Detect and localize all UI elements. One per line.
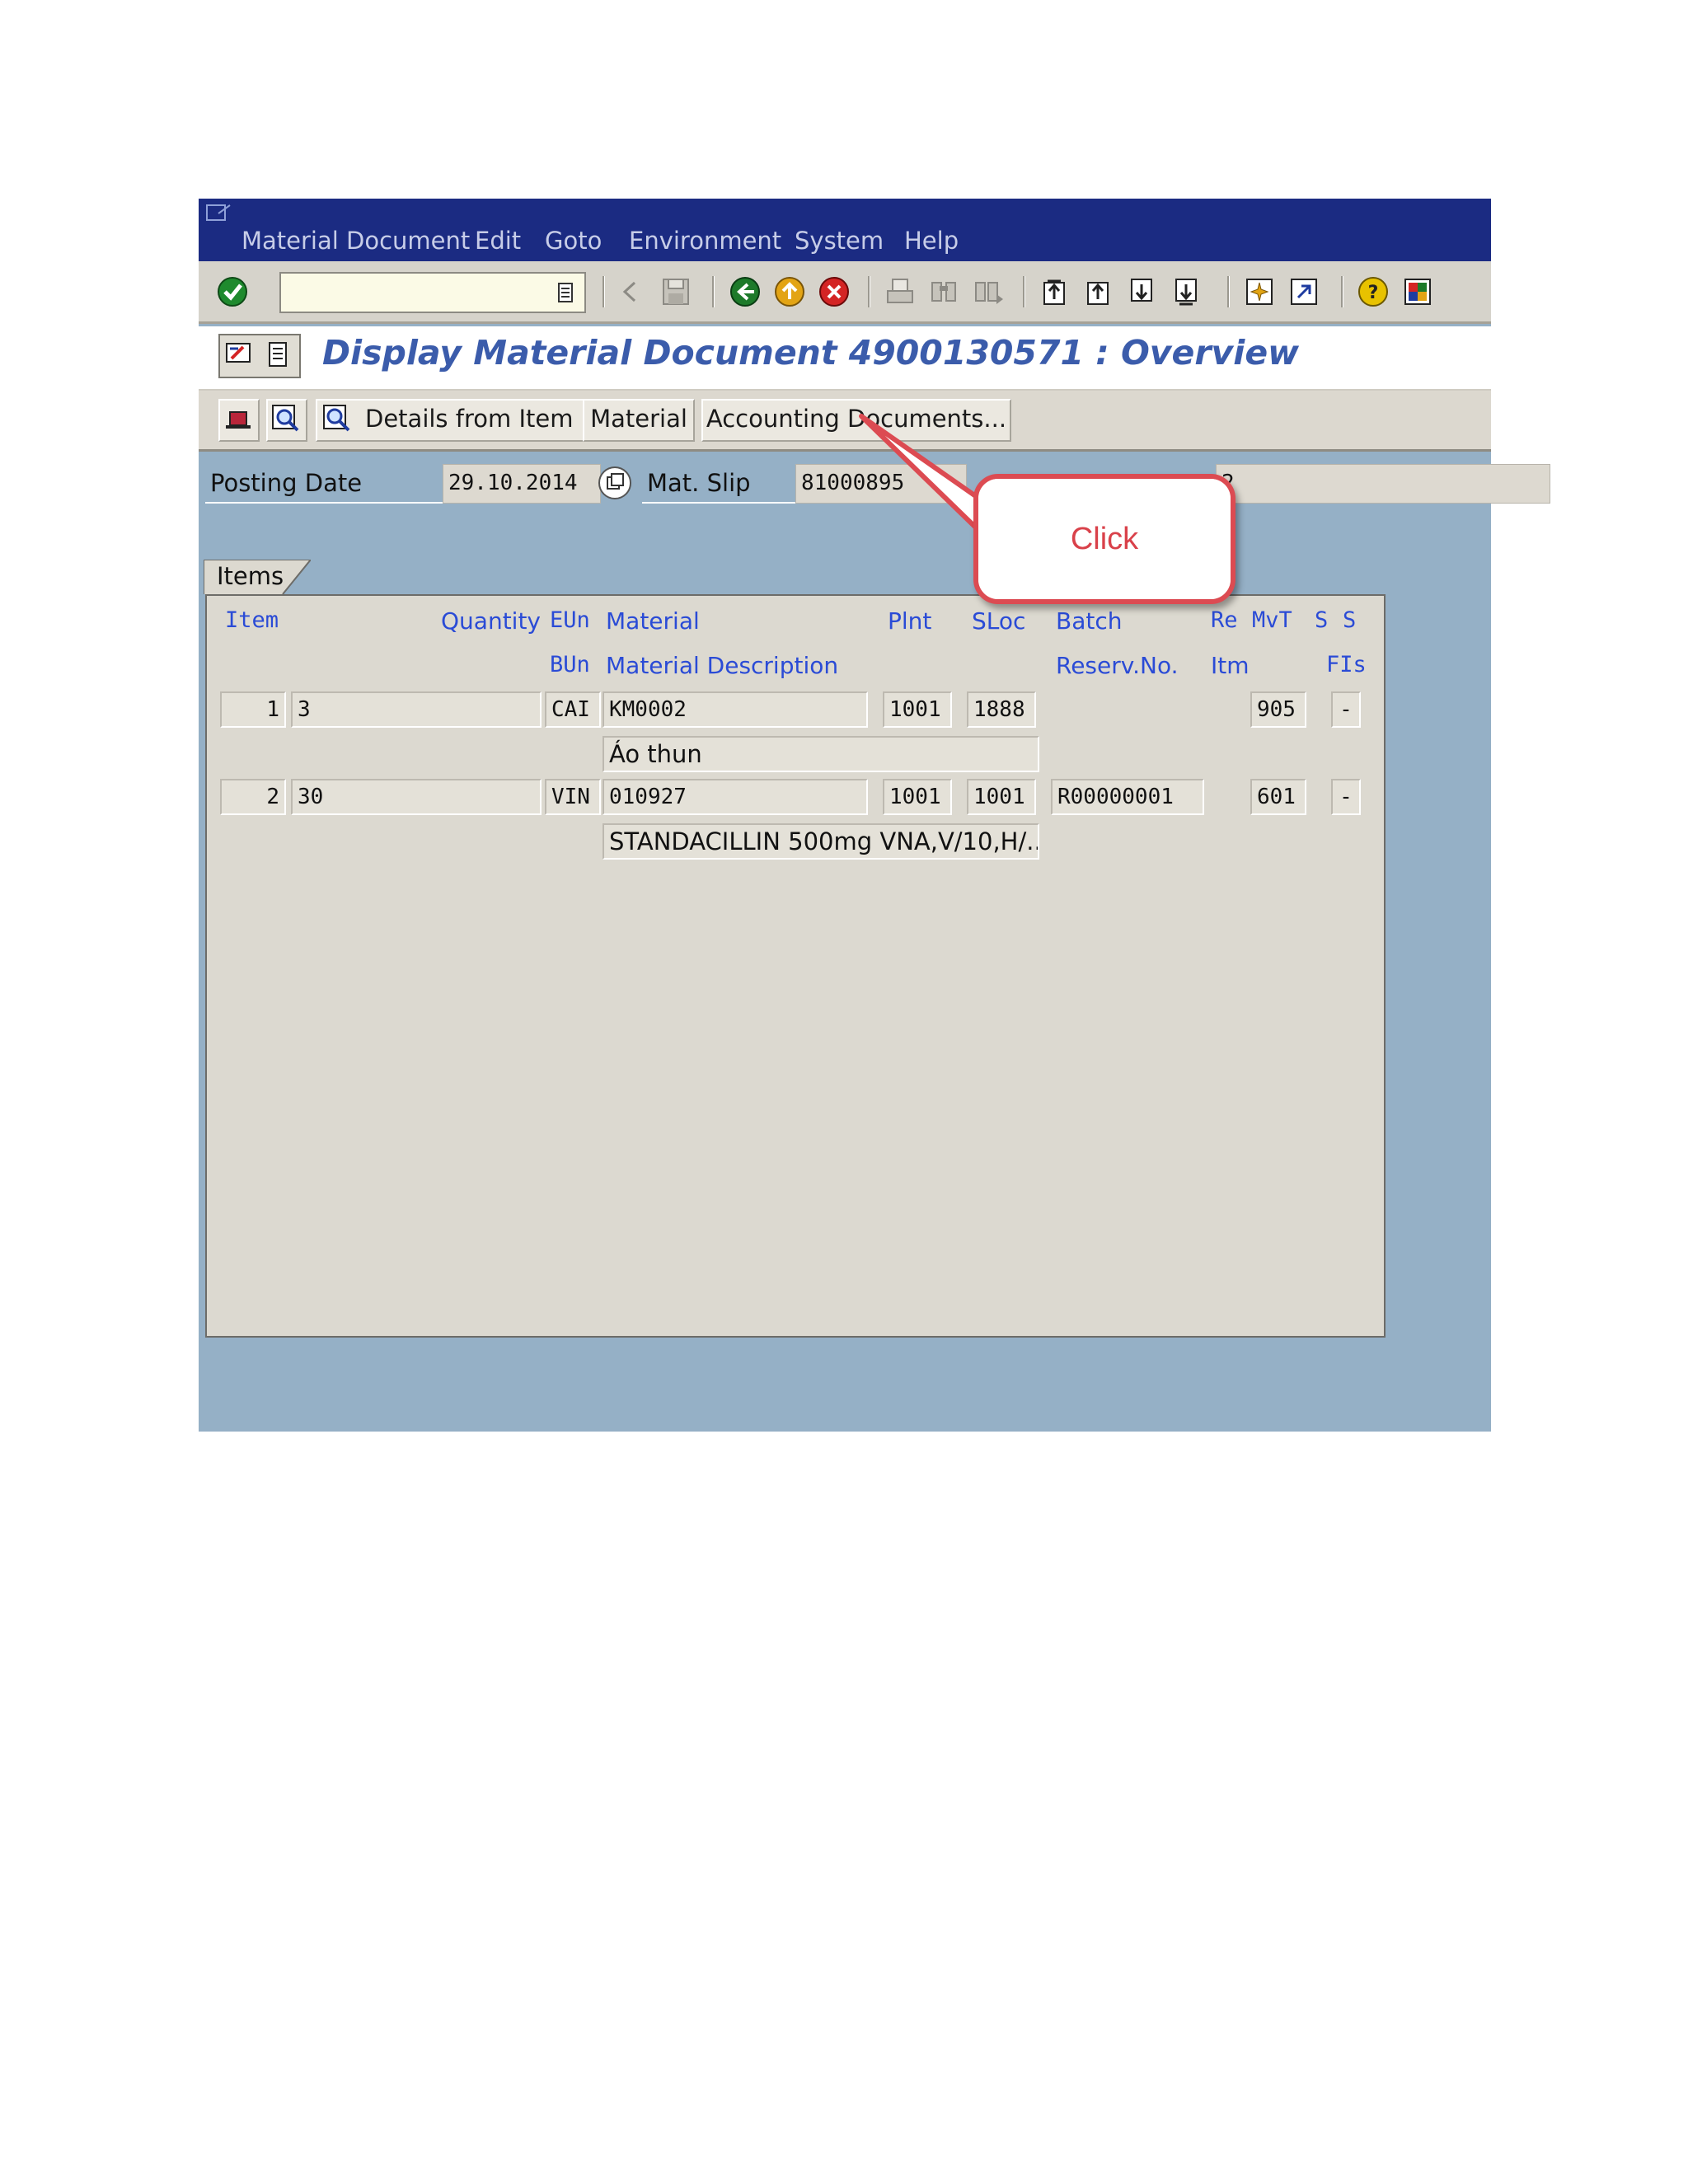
col-reserv-no-header[interactable]: Reserv.No. [1056, 652, 1179, 679]
menu-system[interactable]: System [795, 227, 884, 256]
menu-bar: Material Document Edit Goto Environment … [199, 199, 1491, 261]
mat-slip-label: Mat. Slip [647, 469, 751, 497]
sap-window: Material Document Edit Goto Environment … [199, 199, 1550, 1432]
first-page-icon[interactable] [1039, 276, 1071, 307]
posting-date-field[interactable]: 29.10.2014 [443, 464, 601, 504]
row1-sloc[interactable]: 1888 [967, 691, 1036, 728]
display-change-icon [226, 343, 251, 363]
row2-batch[interactable]: R00000001 [1051, 779, 1204, 815]
row2-item[interactable]: 2 [220, 779, 286, 815]
col-fis-header[interactable]: FIs [1326, 652, 1367, 677]
display-details-button[interactable] [266, 399, 307, 442]
row2-description[interactable]: STANDACILLIN 500mg VNA,V/10,H/... [603, 823, 1039, 860]
header-fields: Posting Date 29.10.2014 Mat. Slip 810008… [205, 464, 1550, 504]
row2-eun[interactable]: VIN [545, 779, 601, 815]
find-icon[interactable] [928, 276, 959, 307]
toggle-display-change-button[interactable] [218, 334, 301, 378]
col-mvt-header[interactable]: MvT [1252, 607, 1292, 633]
back-icon[interactable] [729, 276, 761, 307]
row1-mvt[interactable]: 905 [1250, 691, 1306, 728]
document-date-icon[interactable] [598, 466, 632, 500]
help-icon[interactable]: ? [1357, 276, 1389, 307]
col-item-header[interactable]: Item [225, 607, 279, 633]
row1-description[interactable]: Áo thun [603, 736, 1039, 772]
previous-page-icon[interactable] [1083, 276, 1114, 307]
layout-icon[interactable] [1402, 276, 1433, 307]
title-bar: Display Material Document 4900130571 : O… [199, 326, 1491, 391]
col-eun-header[interactable]: EUn [550, 607, 590, 633]
exit-icon[interactable] [774, 276, 805, 307]
items-tab-label: Items [217, 562, 284, 590]
material-button[interactable]: Material [583, 399, 695, 442]
col-plnt-header[interactable]: Plnt [888, 607, 931, 635]
row2-mvt[interactable]: 601 [1250, 779, 1306, 815]
cancel-icon[interactable] [818, 276, 850, 307]
other-document-button[interactable] [218, 399, 260, 442]
standard-toolbar: ? [199, 261, 1491, 324]
callout-label: Click [1070, 522, 1139, 556]
svg-text:?: ? [1368, 283, 1379, 303]
details-from-item-button[interactable]: Details from Item [316, 399, 612, 442]
col-material-description-header[interactable]: Material Description [606, 652, 838, 679]
find-next-icon[interactable] [973, 276, 1005, 307]
row1-material[interactable]: KM0002 [603, 691, 868, 728]
col-batch-header[interactable]: Batch [1056, 607, 1123, 635]
col-material-header[interactable]: Material [606, 607, 700, 635]
create-session-icon[interactable] [1244, 276, 1275, 307]
details-icon [323, 405, 350, 432]
col-re-header[interactable]: Re [1211, 607, 1238, 633]
command-history-icon[interactable] [556, 282, 576, 303]
page-title: Display Material Document 4900130571 : O… [322, 333, 1300, 373]
menu-goto[interactable]: Goto [545, 227, 602, 256]
col-itm-header[interactable]: Itm [1211, 652, 1250, 679]
items-table: Item Quantity EUn Material Plnt SLoc Bat… [205, 594, 1386, 1338]
shortcut-icon[interactable] [1288, 276, 1320, 307]
menu-environment[interactable]: Environment [629, 227, 781, 256]
col-sloc-header[interactable]: SLoc [972, 607, 1025, 635]
print-icon[interactable] [884, 276, 916, 307]
row1-eun[interactable]: CAI [545, 691, 601, 728]
col-bun-header[interactable]: BUn [550, 652, 590, 677]
callout-body: Click [978, 479, 1231, 599]
row2-quantity[interactable]: 30 [291, 779, 542, 815]
header-text-field[interactable]: 2 [1216, 464, 1550, 504]
row2-plnt[interactable]: 1001 [883, 779, 952, 815]
magnifier-icon [272, 405, 299, 432]
document-icon [269, 342, 287, 367]
back-arrow-icon[interactable] [615, 276, 646, 307]
row2-s[interactable]: - [1331, 779, 1361, 815]
details-from-item-label: Details from Item [365, 405, 574, 433]
menu-help[interactable]: Help [904, 227, 959, 256]
menu-edit[interactable]: Edit [475, 227, 521, 256]
hat-icon [226, 411, 251, 429]
row2-sloc[interactable]: 1001 [967, 779, 1036, 815]
save-icon[interactable] [660, 276, 692, 307]
application-toolbar: Details from Item Material Accounting Do… [199, 391, 1491, 452]
next-page-icon[interactable] [1127, 276, 1158, 307]
system-menu-icon[interactable] [205, 202, 233, 225]
col-quantity-header[interactable]: Quantity [441, 607, 541, 635]
row1-quantity[interactable]: 3 [291, 691, 542, 728]
command-field[interactable] [279, 272, 586, 313]
posting-date-label: Posting Date [210, 469, 363, 497]
enter-icon[interactable] [217, 276, 248, 307]
row2-material[interactable]: 010927 [603, 779, 868, 815]
menu-material-document[interactable]: Material Document [241, 227, 470, 256]
row1-item[interactable]: 1 [220, 691, 286, 728]
row1-plnt[interactable]: 1001 [883, 691, 952, 728]
last-page-icon[interactable] [1171, 276, 1203, 307]
row1-s[interactable]: - [1331, 691, 1361, 728]
col-s2-header[interactable]: S [1343, 607, 1356, 633]
col-s1-header[interactable]: S [1315, 607, 1328, 633]
